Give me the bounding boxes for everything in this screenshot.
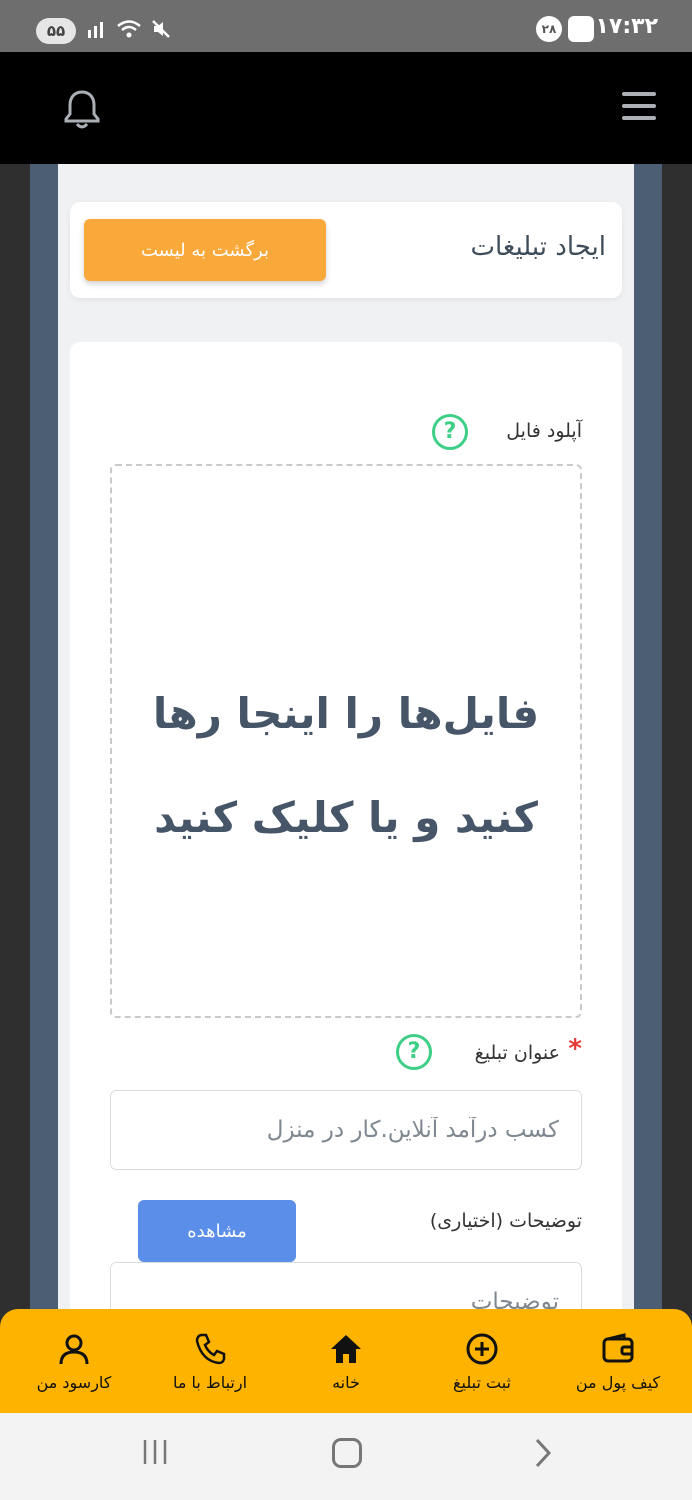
nav-wallet-label: کیف پول من <box>575 1372 661 1392</box>
ad-form: آپلود فایل ? فایل‌ها را اینجا رها کنید و… <box>70 342 622 1310</box>
nav-contact[interactable]: ارتباط با ما <box>144 1331 276 1392</box>
nav-home-label: خانه <box>332 1372 360 1392</box>
preview-button[interactable]: مشاهده <box>138 1200 296 1262</box>
ad-title-help-icon[interactable]: ? <box>396 1034 432 1070</box>
hamburger-menu-icon[interactable] <box>622 92 656 122</box>
wifi-icon <box>117 20 141 38</box>
description-input[interactable] <box>110 1262 582 1310</box>
nav-profile-label: کارسود من <box>36 1372 112 1392</box>
wallet-icon <box>602 1332 634 1362</box>
dropzone-text: فایل‌ها را اینجا رها کنید و یا کلیک کنید <box>152 689 540 842</box>
home-button-icon[interactable] <box>332 1438 362 1468</box>
phone-icon <box>195 1333 226 1364</box>
signal-icon <box>88 22 103 38</box>
status-bar: ۵۵ ۲۸ ۱۷:۳۲ <box>0 0 692 52</box>
nav-create-ad-label: ثبت تبلیغ <box>453 1372 511 1392</box>
recent-apps-icon[interactable] <box>140 1437 170 1467</box>
battery-indicator: ۵۵ <box>36 18 76 44</box>
nav-profile[interactable]: کارسود من <box>8 1331 140 1392</box>
notification-badge: ۲۸ <box>536 16 562 42</box>
nav-create-ad[interactable]: ثبت تبلیغ <box>416 1331 548 1392</box>
ad-title-label: عنوان تبلیغ <box>474 1042 560 1064</box>
user-icon <box>59 1334 89 1364</box>
mute-icon <box>152 20 170 38</box>
plus-circle-icon <box>466 1333 498 1364</box>
file-dropzone[interactable]: فایل‌ها را اینجا رها کنید و یا کلیک کنید <box>110 464 582 1018</box>
bottom-navigation: کیف پول من ثبت تبلیغ خانه ارتباط با ما ک… <box>0 1309 692 1413</box>
system-icons <box>86 18 172 40</box>
clock: ۱۷:۳۲ <box>595 14 658 39</box>
home-icon <box>331 1334 361 1363</box>
page-header-card: ایجاد تبلیغات برگشت به لیست <box>70 202 622 298</box>
back-to-list-button[interactable]: برگشت به لیست <box>84 219 326 281</box>
required-mark: * <box>568 1034 582 1064</box>
ad-title-input[interactable] <box>110 1090 582 1170</box>
back-arrow-icon[interactable] <box>528 1437 558 1469</box>
nav-contact-label: ارتباط با ما <box>172 1372 248 1392</box>
nav-home[interactable]: خانه <box>280 1331 412 1392</box>
app-notification-icon <box>568 16 594 42</box>
app-header <box>0 52 692 164</box>
page-content: ایجاد تبلیغات برگشت به لیست آپلود فایل ?… <box>58 164 634 1310</box>
upload-help-icon[interactable]: ? <box>432 414 468 450</box>
description-label: توضیحات (اختیاری) <box>429 1210 582 1232</box>
page-title: ایجاد تبلیغات <box>470 232 606 262</box>
bell-icon[interactable] <box>62 88 102 130</box>
upload-label: آپلود فایل <box>506 420 582 442</box>
system-navigation-bar <box>0 1413 692 1500</box>
notification-icons: ۲۸ <box>536 16 594 42</box>
nav-wallet[interactable]: کیف پول من <box>552 1331 684 1392</box>
